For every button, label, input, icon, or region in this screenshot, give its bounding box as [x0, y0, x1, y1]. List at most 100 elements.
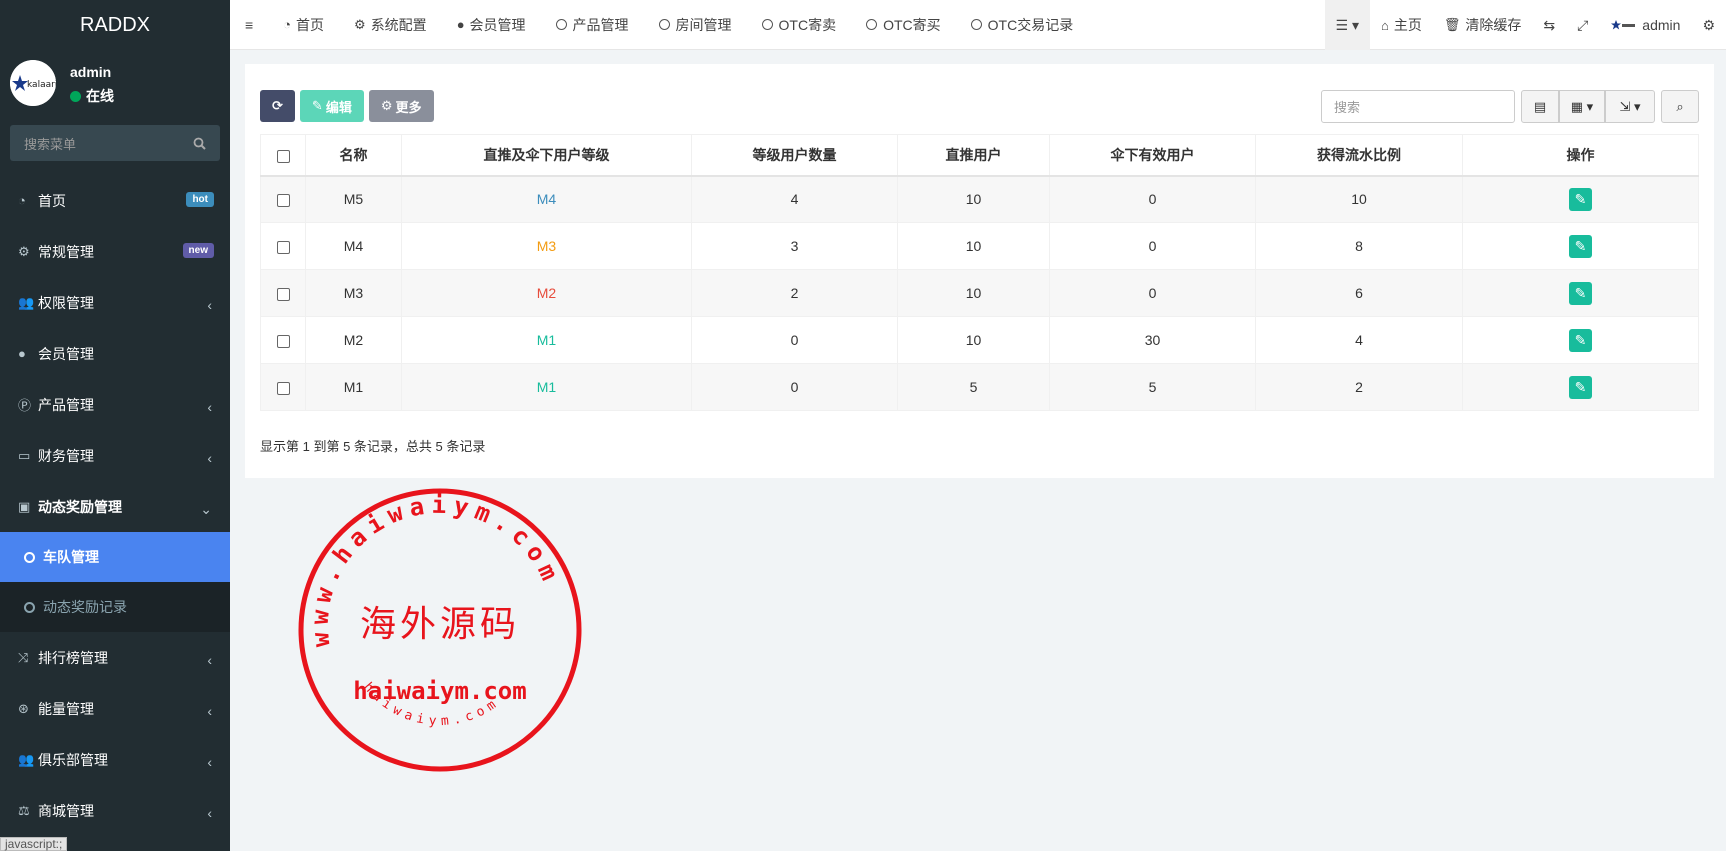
sidebar-item-label: 能量管理 — [38, 700, 94, 717]
th-icon: ▦ ▾ — [1570, 98, 1594, 114]
common-search-button[interactable]: ⌕ — [1661, 90, 1699, 123]
nav-tab-label: 产品管理 — [572, 16, 629, 33]
column-header[interactable]: 直推及伞下用户等级 — [401, 134, 692, 177]
sidebar-item-general[interactable]: ⚙ 常规管理 new — [0, 226, 230, 277]
cell-direct-users: 5 — [897, 363, 1050, 411]
cell-valid-users: 30 — [1049, 316, 1256, 364]
row-edit-button[interactable]: ✎ — [1569, 328, 1592, 352]
nav-tab-otc-buy[interactable]: OTC寄买 — [851, 0, 956, 50]
column-header[interactable]: 直推用户 — [897, 134, 1050, 177]
table-row[interactable]: M1 M1 0 5 5 2 ✎ — [260, 363, 1699, 411]
avatar: kalaari — [10, 60, 56, 106]
column-header[interactable]: 获得流水比例 — [1255, 134, 1463, 177]
sidebar-item-auth[interactable]: 👥 权限管理 ‹ — [0, 277, 230, 328]
sidebar-item-club[interactable]: 👥 俱乐部管理 ‹ — [0, 734, 230, 785]
fullscreen-button[interactable]: ⤢ — [1566, 0, 1599, 50]
control-sidebar-toggle[interactable]: ⚙ — [1691, 0, 1726, 50]
sidebar-subitem-reward-log[interactable]: 动态奖励记录 — [0, 582, 230, 632]
nav-tab-product[interactable]: 产品管理 — [541, 0, 644, 50]
table-right-tools: 搜索 ▤ ▦ ▾ ⇲ ▾ ⌕ — [1321, 90, 1699, 123]
avatar — [1611, 20, 1636, 30]
nav-tab-otc-records[interactable]: OTC交易记录 — [956, 0, 1089, 50]
row-checkbox[interactable] — [276, 381, 290, 395]
row-select-cell[interactable] — [260, 363, 306, 411]
row-select-cell[interactable] — [260, 175, 306, 223]
chevron-left-icon: ‹ — [207, 703, 212, 719]
row-checkbox[interactable] — [276, 287, 290, 301]
row-checkbox[interactable] — [276, 240, 290, 254]
home-link[interactable]: ⌂ 主页 — [1370, 0, 1433, 50]
sidebar-toggle-button[interactable]: ≡ — [230, 0, 268, 50]
language-button[interactable]: ⇆ — [1532, 0, 1566, 50]
sidebar: RADDX kalaari admin 在线 搜索菜单 ◔ 首页 hot ⚙ 常规管理… — [0, 0, 230, 851]
nav-dropdown-button[interactable]: ☰ ▾ — [1324, 0, 1370, 50]
cell-level: M4 — [401, 175, 692, 223]
cell-operate: ✎ — [1462, 175, 1699, 223]
more-button[interactable]: ⚙ 更多 — [368, 90, 434, 122]
cogs-icon: ⚙ — [18, 243, 30, 259]
nav-tab-room[interactable]: 房间管理 — [644, 0, 747, 50]
list-alt-icon: ▤ — [1533, 98, 1547, 114]
clear-cache-label: 清除缓存 — [1465, 17, 1522, 33]
select-all-checkbox[interactable] — [276, 149, 290, 163]
row-select-cell[interactable] — [260, 222, 306, 270]
row-edit-button[interactable]: ✎ — [1569, 187, 1592, 211]
columns-button[interactable]: ▦ ▾ — [1559, 90, 1605, 123]
edit-button[interactable]: ✎ 编辑 — [299, 90, 364, 122]
app-logo[interactable]: RADDX — [0, 0, 230, 50]
nav-tab-member[interactable]: ● 会员管理 — [442, 0, 541, 50]
sidebar-item-product[interactable]: Ⓟ 产品管理 ‹ — [0, 379, 230, 430]
export-button[interactable]: ⇲ ▾ — [1605, 90, 1655, 123]
sidebar-item-energy[interactable]: ⊛ 能量管理 ‹ — [0, 683, 230, 734]
translate-icon: ⇆ — [1543, 16, 1556, 33]
refresh-button[interactable]: ⟳ — [260, 90, 295, 122]
sidebar-item-dynamic-reward[interactable]: ▣ 动态奖励管理 ⌄ — [0, 481, 230, 532]
table-search-input[interactable]: 搜索 — [1321, 90, 1515, 123]
column-header[interactable]: 伞下有效用户 — [1049, 134, 1256, 177]
table-row[interactable]: M3 M2 2 10 0 6 ✎ — [260, 269, 1699, 317]
chevron-left-icon: ‹ — [207, 754, 212, 770]
sidebar-search-input[interactable]: 搜索菜单 — [10, 125, 220, 161]
sidebar-item-member[interactable]: ● 会员管理 — [0, 328, 230, 379]
nav-tab-home[interactable]: ◔ 首页 — [268, 0, 339, 50]
sidebar-item-home[interactable]: ◔ 首页 hot — [0, 175, 230, 226]
table-row[interactable]: M4 M3 3 10 0 8 ✎ — [260, 222, 1699, 270]
cell-operate: ✎ — [1462, 269, 1699, 317]
column-header[interactable]: 名称 — [305, 134, 402, 177]
row-edit-button[interactable]: ✎ — [1569, 281, 1592, 305]
row-checkbox[interactable] — [276, 334, 290, 348]
top-navbar: ≡ ◔ 首页 ⚙ 系统配置 ● 会员管理 产品管理 房间管理 OTC寄卖 OTC寄买 … — [230, 0, 1726, 50]
table-row[interactable]: M2 M1 0 10 30 4 ✎ — [260, 316, 1699, 364]
hamburger-icon: ≡ — [245, 16, 254, 33]
row-edit-button[interactable]: ✎ — [1569, 375, 1592, 399]
row-select-cell[interactable] — [260, 316, 306, 364]
circle-icon — [866, 19, 878, 30]
clear-cache-button[interactable]: 🗑 清除缓存 — [1433, 0, 1533, 50]
toggle-view-button[interactable]: ▤ — [1521, 90, 1559, 123]
sidebar-item-label: 排行榜管理 — [38, 649, 108, 666]
row-edit-button[interactable]: ✎ — [1569, 234, 1592, 258]
sidebar-search-placeholder: 搜索菜单 — [24, 136, 77, 152]
cell-ratio: 4 — [1255, 316, 1463, 364]
circle-icon — [970, 19, 982, 30]
cell-direct-users: 10 — [897, 269, 1050, 317]
sidebar-item-mall[interactable]: ⚖ 商城管理 ‹ — [0, 785, 230, 836]
row-checkbox[interactable] — [276, 194, 290, 208]
select-all-header[interactable] — [260, 134, 306, 177]
user-menu[interactable]: admin — [1599, 0, 1691, 50]
nav-tab-label: 房间管理 — [675, 16, 732, 33]
sidebar-subitem-fleet[interactable]: 车队管理 — [0, 532, 230, 582]
table-toolbar: ⟳ ✎ 编辑 ⚙ 更多 — [260, 90, 434, 122]
nav-tab-system-config[interactable]: ⚙ 系统配置 — [339, 0, 442, 50]
search-icon[interactable] — [193, 137, 206, 150]
sidebar-item-finance[interactable]: ▭ 财务管理 ‹ — [0, 430, 230, 481]
row-select-cell[interactable] — [260, 269, 306, 317]
nav-tab-otc-sell[interactable]: OTC寄卖 — [747, 0, 852, 50]
user-icon: ● — [456, 17, 465, 32]
group-icon: 👥 — [18, 294, 35, 310]
table-row[interactable]: M5 M4 4 10 0 10 ✎ — [260, 175, 1699, 223]
column-header[interactable]: 等级用户数量 — [691, 134, 898, 177]
home-icon: ⌂ — [1380, 17, 1389, 33]
navbar-right: ☰ ▾ ⌂ 主页 🗑 清除缓存 ⇆ ⤢ admin ⚙ — [1324, 0, 1726, 50]
sidebar-item-ranking[interactable]: ⤨ 排行榜管理 ‹ — [0, 632, 230, 683]
